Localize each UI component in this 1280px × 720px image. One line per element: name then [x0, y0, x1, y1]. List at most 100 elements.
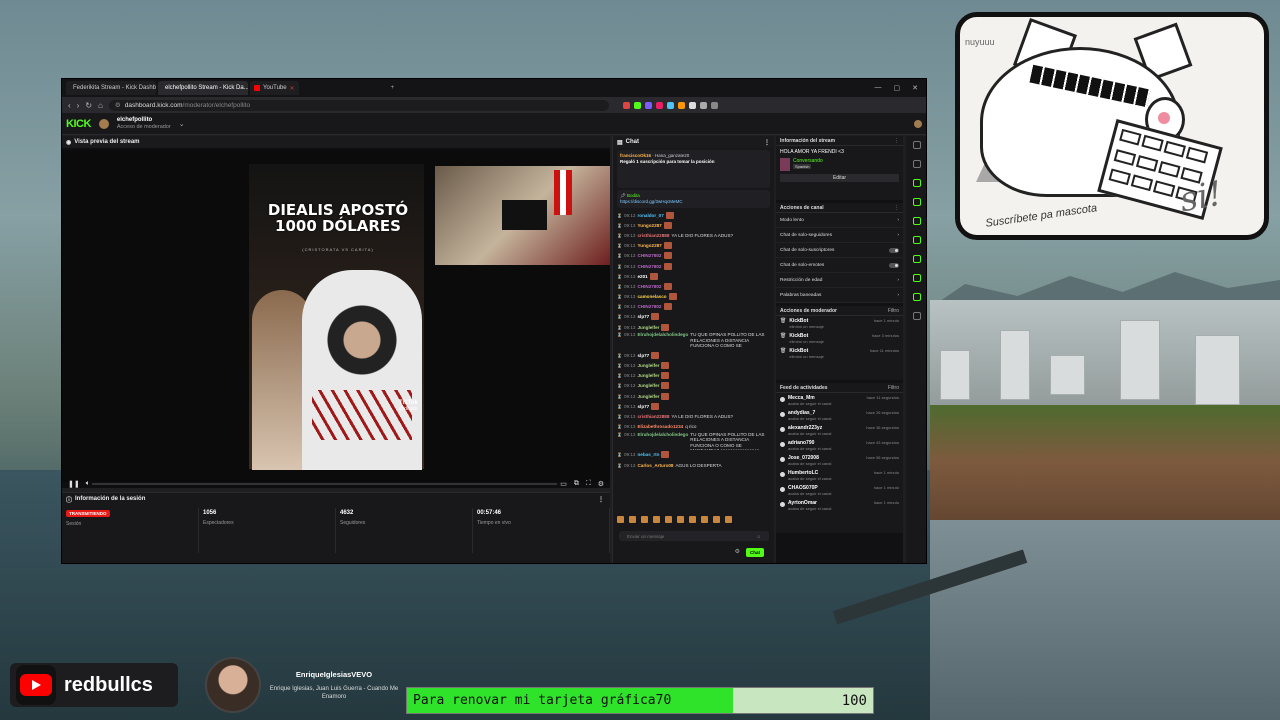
extension-icon[interactable]	[688, 101, 696, 109]
message-user[interactable]: Junglelfer	[637, 325, 659, 330]
chat-message[interactable]: ⏳ 09:13 Yungo2287	[617, 241, 770, 251]
message-user[interactable]: Elruhojdelalcholindego	[637, 432, 688, 438]
emote-icon[interactable]	[653, 516, 660, 523]
extension-icon[interactable]	[710, 101, 718, 109]
message-user[interactable]: Yungo2287	[637, 243, 661, 248]
url-bar[interactable]: ⚙ dashboard.kick.com/moderator/elchefpol…	[108, 99, 609, 111]
chat-message[interactable]: ⏳ 09:13 CHIN27802	[617, 251, 770, 261]
pinned-gift-banner[interactable]: franciscoOk16 · Hana_ganzate20 Regaló 1 …	[617, 150, 770, 188]
chevron-right-icon[interactable]: ›	[897, 278, 899, 283]
extension-icon[interactable]	[633, 101, 641, 109]
chat-message[interactable]: ⏳ 09:13 CHIN27802	[617, 261, 770, 271]
toggle-switch[interactable]	[889, 262, 899, 268]
fullscreen-icon[interactable]: ⛶	[586, 480, 591, 488]
chat-message[interactable]: ⏳ 09:13 Junglelfer	[617, 322, 770, 332]
channel-action-row[interactable]: Chat de solo-emotes	[776, 258, 903, 273]
edit-button[interactable]: Editar	[780, 174, 899, 182]
message-user[interactable]: CHIN27802	[637, 284, 661, 289]
widget-icon[interactable]	[913, 198, 921, 206]
message-user[interactable]: Junglelfer	[637, 363, 659, 368]
wrench-icon[interactable]	[913, 293, 921, 301]
emoji-icon[interactable]: ☺	[756, 534, 761, 539]
video-player[interactable]: DIEALIS APOSTÓ 1000 DÓLARES (CRISTORATA …	[62, 150, 610, 488]
chat-message[interactable]: ⏳ 09:13 nebas_rtn	[617, 450, 770, 460]
browser-tab[interactable]: elchefpollito Stream - Kick Da...✕	[158, 81, 248, 95]
settings-icon[interactable]	[913, 141, 921, 149]
extension-icon[interactable]	[622, 101, 630, 109]
filter-button[interactable]: Filtro	[888, 385, 899, 391]
message-user[interactable]: camonelasco	[637, 294, 666, 299]
chat-message[interactable]: ⏳ 09:13 slp77	[617, 350, 770, 360]
chat-message[interactable]: ⏳ 09:13 CHIN27802	[617, 281, 770, 291]
chat-message[interactable]: ⏳ 09:13 Elruhojdelalcholindego TU QUE OPINA…	[617, 332, 770, 350]
message-user[interactable]: Junglelfer	[637, 373, 659, 378]
close-tab-icon[interactable]: ✕	[290, 85, 295, 92]
message-user[interactable]: cristhian22888	[637, 233, 669, 238]
message-user[interactable]: ronaldor_07	[637, 213, 663, 218]
chat-input[interactable]: Enviar un mensaje ☺	[619, 531, 769, 541]
close-window-icon[interactable]: ✕	[912, 84, 918, 92]
chevron-down-icon[interactable]: ⌄	[179, 120, 185, 128]
send-chat-button[interactable]: Chat	[746, 548, 764, 557]
filter-button[interactable]: Filtro	[888, 308, 899, 314]
browser-tab[interactable]: Federikita Stream - Kick Dashbo...✕	[66, 81, 156, 95]
chat-message[interactable]: ⏳ 09:13 slp77	[617, 312, 770, 322]
extension-icon[interactable]	[666, 101, 674, 109]
chat-message[interactable]: ⏳ 09:13 Yungo2287	[617, 220, 770, 230]
pip-icon[interactable]: ⧉	[574, 480, 579, 488]
emote-icon[interactable]	[677, 516, 684, 523]
message-user[interactable]: nebas_rtn	[637, 452, 659, 457]
emote-icon[interactable]	[725, 516, 732, 523]
chat-message[interactable]: ⏳ 09:13 ronaldor_07	[617, 210, 770, 220]
chat-message[interactable]: ⏳ 09:13 cristhian22888 YA LE DIO FLORES A A…	[617, 230, 770, 240]
theater-icon[interactable]: ▭	[560, 480, 567, 488]
widget-icon[interactable]	[913, 179, 921, 187]
browser-tab[interactable]: YouTube ✕	[250, 81, 299, 95]
pause-icon[interactable]: ❚❚	[68, 480, 80, 488]
message-user[interactable]: slp77	[637, 404, 649, 409]
chevron-right-icon[interactable]: ›	[897, 233, 899, 238]
pencil-icon[interactable]	[913, 160, 921, 168]
chat-message[interactable]: ⏳ 09:13 cristhian22888 YA LE DIO FLORES A A…	[617, 411, 770, 421]
message-user[interactable]: slp77	[637, 314, 649, 319]
emote-icon[interactable]	[617, 516, 624, 523]
minimize-icon[interactable]: —	[875, 84, 882, 92]
message-user[interactable]: Carlos_Arturo08	[637, 463, 673, 468]
chat-message[interactable]: ⏳ 09:13 Elizabethrosado1234 q rico	[617, 422, 770, 432]
chat-message[interactable]: ⏳ 09:13 Junglelfer	[617, 391, 770, 401]
settings-icon[interactable]: ⚙	[735, 548, 740, 555]
extension-icon[interactable]	[677, 101, 685, 109]
volume-icon[interactable]: 🔈︎	[86, 480, 90, 488]
widget-icon[interactable]	[913, 274, 921, 282]
maximize-icon[interactable]: ▢	[894, 84, 901, 92]
message-user[interactable]: Elruhojdelalcholindego	[637, 332, 688, 338]
channel-selector[interactable]: elchefpollito Acceso de moderador	[117, 117, 171, 131]
site-info-icon[interactable]: ⚙	[115, 101, 121, 109]
forward-icon[interactable]: ›	[77, 101, 80, 110]
message-user[interactable]: CHIN27802	[637, 253, 661, 258]
pinned-message[interactable]: 📌︎ Bodita https://discord.gg/3wHqcMeMC	[617, 190, 770, 208]
message-user[interactable]: Elizabethrosado1234	[637, 424, 683, 429]
message-user[interactable]: slp77	[637, 353, 649, 358]
back-icon[interactable]: ‹	[68, 101, 71, 110]
extension-icon[interactable]	[699, 101, 707, 109]
widget-icon[interactable]	[913, 217, 921, 225]
message-user[interactable]: e201	[637, 274, 647, 279]
chat-message[interactable]: ⏳ 09:13 Carlos_Arturo08 AGUS LO DESPERTA	[617, 460, 770, 470]
extension-icon[interactable]	[644, 101, 652, 109]
tool-icon[interactable]	[913, 312, 921, 320]
chat-message[interactable]: ⏳ 09:13 Junglelfer	[617, 360, 770, 370]
emote-icon[interactable]	[665, 516, 672, 523]
message-user[interactable]: cristhian22888	[637, 414, 669, 419]
channel-action-row[interactable]: Restricción de edad ›	[776, 273, 903, 288]
user-avatar[interactable]	[914, 119, 922, 128]
home-icon[interactable]: ⌂	[98, 101, 103, 110]
settings-icon[interactable]: ⚙	[598, 480, 604, 488]
channel-action-row[interactable]: Chat de solo-seguidores ›	[776, 228, 903, 243]
message-user[interactable]: Junglelfer	[637, 383, 659, 388]
discord-link[interactable]: https://discord.gg/3wHqcMeMC	[620, 199, 683, 204]
more-icon[interactable]: ⋮	[764, 139, 770, 146]
message-user[interactable]: CHIN27802	[637, 304, 661, 309]
reload-icon[interactable]: ↻	[85, 101, 92, 110]
kick-logo[interactable]: KICK	[66, 118, 91, 130]
